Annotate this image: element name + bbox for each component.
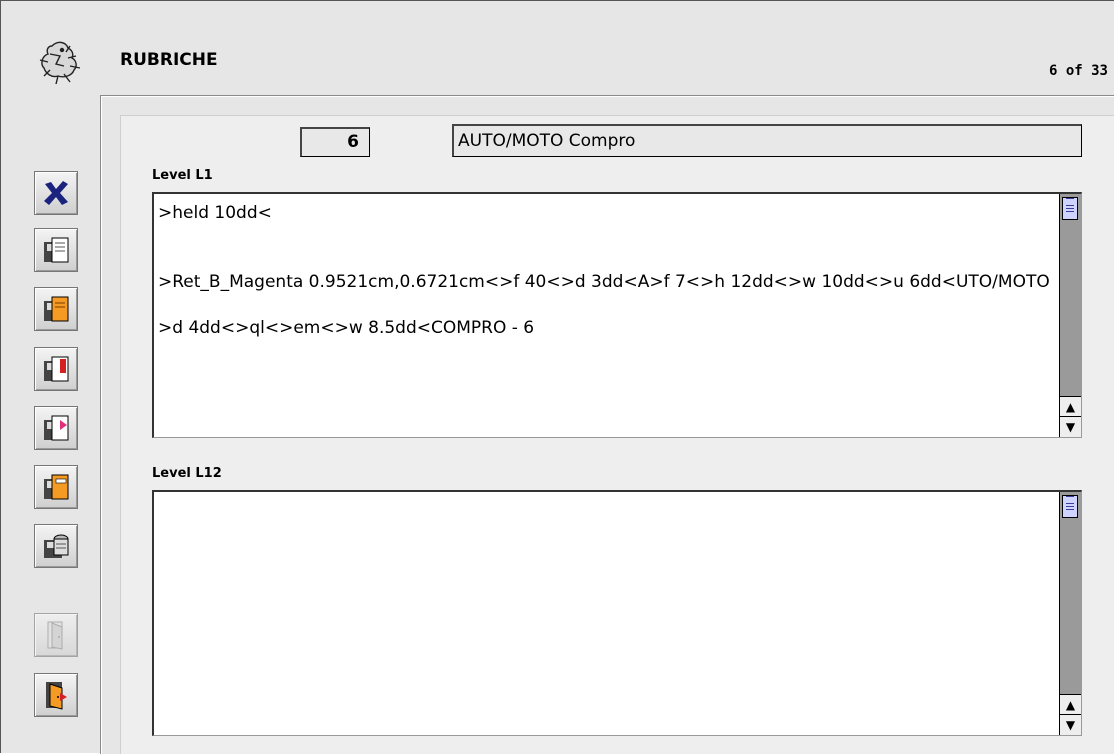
save-record-button[interactable] [34,228,78,272]
level-l12-label: Level L12 [152,466,222,481]
scroll-down-icon[interactable]: ▼ [1060,714,1081,735]
level-l1-text: >held 10dd< >Ret_B_Magenta 0.9521cm,0.67… [158,203,1050,338]
save-all-button[interactable] [34,465,78,509]
level-l12-scroll-thumb[interactable] [1062,495,1078,518]
delete-x-icon [41,178,71,208]
level-l1-scrollbar[interactable]: ▲ ▼ [1059,194,1081,437]
scroll-up-icon[interactable]: ▲ [1060,694,1081,715]
record-counter: 6 of 33 [1048,63,1108,79]
page-title: RUBRICHE [120,50,218,70]
save-pink-button[interactable] [34,406,78,450]
disk-orange-icon [40,293,72,325]
disk-pink-icon [40,412,72,444]
scroll-down-icon[interactable]: ▼ [1060,416,1081,437]
open-door-button[interactable] [34,613,78,657]
level-l12-scrollbar[interactable]: ▲ ▼ [1059,492,1081,735]
level-l1-textarea[interactable]: >held 10dd< >Ret_B_Magenta 0.9521cm,0.67… [152,192,1082,438]
exit-button[interactable] [34,673,78,717]
record-name-field[interactable]: AUTO/MOTO Compro [452,124,1082,157]
disk-red-icon [40,353,72,385]
header-bar: RUBRICHE 6 of 33 [0,0,1114,96]
disk-print-icon [40,530,72,562]
save-red-button[interactable] [34,347,78,391]
record-number-field[interactable]: 6 [300,127,370,157]
print-button[interactable] [34,524,78,568]
disk-orange-2-icon [40,471,72,503]
delete-record-button[interactable] [34,171,78,215]
scroll-up-icon[interactable]: ▲ [1060,396,1081,417]
save-copy-button[interactable] [34,287,78,331]
level-l1-label: Level L1 [152,168,213,183]
disk-save-icon [40,234,72,266]
door-disabled-icon [40,619,72,651]
level-l1-scroll-thumb[interactable] [1062,197,1078,220]
door-exit-icon [40,679,72,711]
level-l12-textarea[interactable]: ▲ ▼ [152,490,1082,736]
dragon-logo [30,36,90,96]
